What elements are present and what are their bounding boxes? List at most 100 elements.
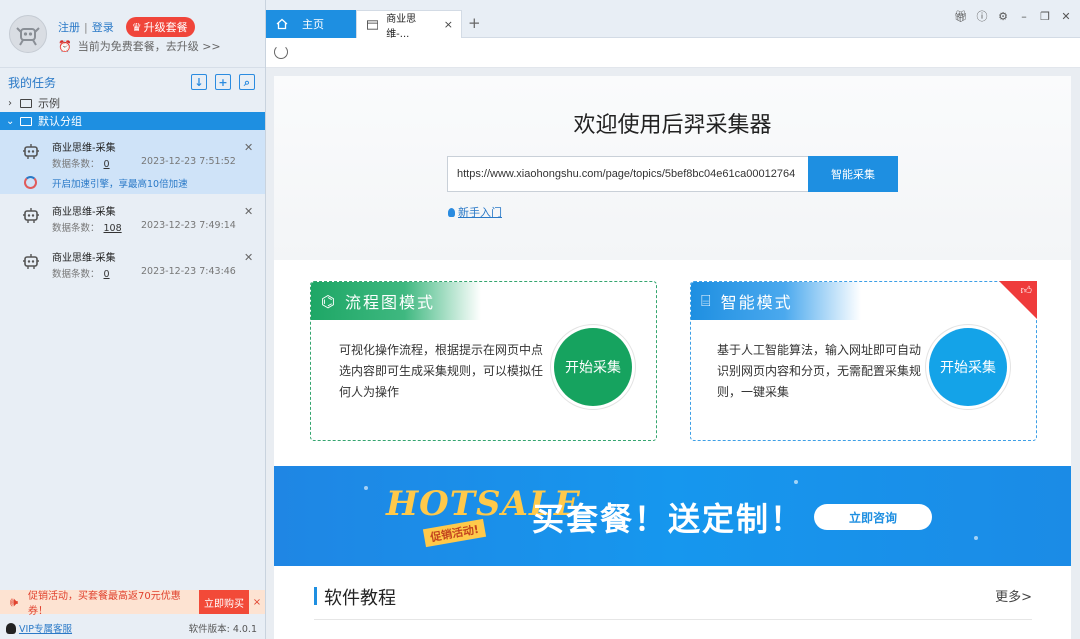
robot-icon — [23, 254, 39, 269]
promo-text[interactable]: 促销活动，买套餐最高返70元优惠券！ — [28, 587, 199, 617]
smart-mode-card[interactable]: ⌸ 智能模式 基于人工智能算法，输入网址即可自动识别网页内容和分页，无需配置采集… — [690, 281, 1037, 441]
folder-icon — [20, 98, 32, 108]
more-link[interactable]: 更多> — [995, 586, 1032, 605]
beginner-guide-link[interactable]: 新手入门 — [448, 204, 502, 220]
smart-mode-title: 智能模式 — [720, 293, 793, 312]
restore-icon[interactable]: ❐ — [1039, 10, 1051, 23]
task-item[interactable]: 商业思维-采集 数据条数： 0 2023-12-23 7:43:46 ✕ — [0, 240, 265, 286]
crown-icon: ♛ — [131, 20, 142, 34]
avatar[interactable] — [9, 15, 47, 53]
tab-bar: 主页 商业思维-... × + 🎁︎ ⓘ ⚙ – ❐ ✕ — [266, 0, 1080, 40]
flowchart-start-button[interactable]: 开始采集 — [554, 328, 632, 406]
task-count[interactable]: 108 — [104, 223, 122, 234]
sparkle-decoration — [974, 536, 978, 540]
flowchart-mode-desc: 可视化操作流程，根据提示在网页中点选内容即可生成采集规则，可以模拟任何人为操作 — [339, 343, 544, 399]
promo-banner[interactable]: HOTSALE 促销活动! 买套餐！送定制！ 立即咨询 — [274, 466, 1071, 566]
folder-default[interactable]: ⌄ 默认分组 — [0, 112, 265, 130]
refresh-icon[interactable] — [274, 45, 288, 59]
robot-icon — [23, 208, 39, 223]
consult-button[interactable]: 立即咨询 — [814, 504, 932, 530]
task-tools: ↓ + ⌕ — [191, 74, 255, 90]
plan-notice[interactable]: ⏰ 当前为免费套餐，去升级 >> — [58, 38, 221, 54]
thumbs-up-badge: 👍︎ — [999, 281, 1037, 319]
smart-mode-header: ⌸ 智能模式 — [691, 282, 861, 320]
task-count[interactable]: 0 — [104, 159, 110, 170]
address-bar — [266, 38, 1080, 68]
import-task-icon[interactable]: ↓ — [191, 74, 207, 90]
task-count-label: 数据条数： — [52, 223, 100, 234]
tab-home[interactable]: 主页 — [266, 10, 356, 38]
minimize-icon[interactable]: – — [1018, 10, 1030, 23]
home-icon — [276, 18, 288, 30]
tutorial-header: 软件教程 更多> — [314, 584, 1032, 620]
robot-icon: ⌸ — [701, 291, 713, 310]
close-window-icon[interactable]: ✕ — [1060, 10, 1072, 23]
folder-icon — [20, 116, 32, 126]
alarm-clock-icon: ⏰ — [58, 39, 72, 53]
task-name: 商业思维-采集 — [52, 253, 116, 264]
boost-link[interactable]: 开启加速引擎，享最高10倍加速 — [52, 176, 188, 190]
smart-mode-desc: 基于人工智能算法，输入网址即可自动识别网页内容和分页，无需配置采集规则，一键采集 — [717, 343, 922, 399]
promo-bar: 🕪 促销活动，买套餐最高返70元优惠券！ 立即购买 × — [0, 587, 265, 617]
close-icon[interactable]: ✕ — [244, 141, 253, 154]
tutorial-title: 软件教程 — [324, 588, 396, 609]
task-count-label: 数据条数： — [52, 159, 100, 170]
account-panel: 注册 | 登录 ♛ 升级套餐 ⏰ 当前为免费套餐，去升级 >> — [0, 0, 265, 68]
task-item[interactable]: 商业思维-采集 数据条数： 0 2023-12-23 7:51:52 ✕ 开启加速… — [0, 130, 265, 194]
url-input[interactable]: https://www.xiaohongshu.com/page/topics/… — [447, 156, 809, 192]
flowchart-mode-card[interactable]: ⌬ 流程图模式 可视化操作流程，根据提示在网页中点选内容即可生成采集规则，可以模… — [310, 281, 657, 441]
search-task-icon[interactable]: ⌕ — [239, 74, 255, 90]
task-count[interactable]: 0 — [104, 269, 110, 280]
tab-home-label: 主页 — [302, 18, 324, 31]
flowchart-icon: ⌬ — [321, 291, 337, 311]
smart-start-button[interactable]: 开始采集 — [929, 328, 1007, 406]
task-count-label: 数据条数： — [52, 269, 100, 280]
task-count-row: 数据条数： 0 — [52, 266, 110, 280]
page-icon — [367, 19, 379, 30]
login-link[interactable]: 登录 — [92, 19, 114, 35]
task-time: 2023-12-23 7:51:52 — [141, 156, 236, 167]
vip-support-link[interactable]: VIP专属客服 — [6, 621, 72, 635]
close-icon[interactable]: × — [249, 597, 265, 608]
upgrade-label: 升级套餐 — [143, 21, 188, 34]
register-link[interactable]: 注册 — [58, 19, 80, 35]
banner-slogan: 买套餐！送定制！ — [532, 500, 805, 538]
task-name: 商业思维-采集 — [52, 207, 116, 218]
close-icon[interactable]: ✕ — [244, 205, 253, 218]
robot-avatar-icon — [16, 27, 40, 46]
folder-label: 示例 — [38, 97, 60, 110]
upgrade-plan-button[interactable]: ♛ 升级套餐 — [125, 17, 195, 37]
task-count-row: 数据条数： 108 — [52, 220, 122, 234]
tasks-title: 我的任务 — [8, 75, 57, 90]
chevron-down-icon: ⌄ — [6, 115, 15, 127]
task-name: 商业思维-采集 — [52, 143, 116, 154]
help-icon[interactable]: ⓘ — [976, 10, 988, 23]
welcome-section: 欢迎使用后羿采集器 https://www.xiaohongshu.com/pa… — [274, 76, 1071, 260]
chevron-right-icon: › — [8, 97, 12, 109]
close-icon[interactable]: ✕ — [244, 251, 253, 264]
lightbulb-icon — [448, 207, 455, 217]
task-item[interactable]: 商业思维-采集 数据条数： 108 2023-12-23 7:49:14 ✕ — [0, 194, 265, 240]
plan-notice-text: 当前为免费套餐，去升级 >> — [77, 40, 221, 53]
flowchart-mode-header: ⌬ 流程图模式 — [311, 282, 481, 320]
guide-label: 新手入门 — [458, 206, 502, 219]
section-accent-bar — [314, 587, 317, 605]
new-task-icon[interactable]: + — [215, 74, 231, 90]
tab-page[interactable]: 商业思维-... × — [356, 10, 462, 40]
tab-page-label: 商业思维-... — [386, 13, 417, 40]
task-time: 2023-12-23 7:49:14 — [141, 220, 236, 231]
sidebar-footer: VIP专属客服 软件版本: 4.0.1 — [0, 617, 265, 639]
window-controls: 🎁︎ ⓘ ⚙ – ❐ ✕ — [954, 10, 1072, 24]
gift-icon[interactable]: 🎁︎ — [954, 10, 968, 23]
sidebar: 注册 | 登录 ♛ 升级套餐 ⏰ 当前为免费套餐，去升级 >> 我的任务 ↓ +… — [0, 0, 266, 639]
flowchart-mode-title: 流程图模式 — [344, 293, 435, 312]
qq-icon — [6, 622, 16, 634]
add-tab-icon[interactable]: + — [468, 14, 481, 32]
gear-icon[interactable]: ⚙ — [997, 10, 1009, 23]
vip-support-label: VIP专属客服 — [19, 624, 73, 635]
thumbs-up-icon: 👍︎ — [1020, 284, 1033, 297]
close-icon[interactable]: × — [444, 18, 453, 31]
smart-collect-button[interactable]: 智能采集 — [808, 156, 898, 192]
folder-example[interactable]: › 示例 — [0, 94, 265, 112]
buy-now-button[interactable]: 立即购买 — [199, 590, 249, 614]
